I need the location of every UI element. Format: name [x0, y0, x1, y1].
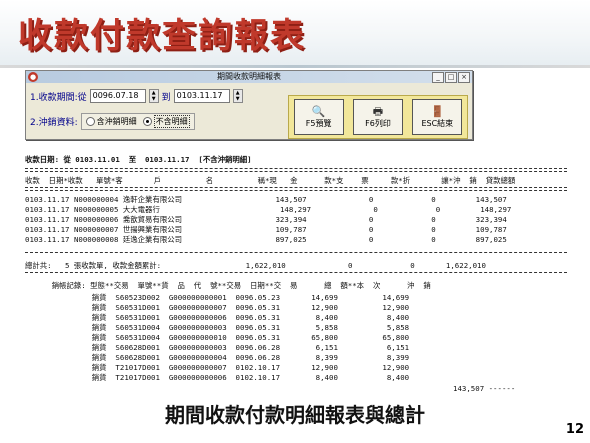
app-icon: ● [28, 72, 38, 82]
detail-subtotal: 143,507 ------ [453, 384, 516, 393]
report-divider [25, 272, 567, 273]
report-column-headers: 收款 日期*收款 單號*客 戶 名 稱*現 金 款*支 票 款*折 讓*沖 銷 … [25, 176, 516, 185]
report-total: 總計共: 5 張收款單, 收款金額累計: 1,622,010 0 0 1,622… [25, 261, 486, 270]
printer-icon: 🖶 [372, 104, 384, 118]
radio-exclude-dot[interactable] [142, 117, 152, 126]
slide-caption: 期間收款付款明細報表與總計 [165, 403, 425, 427]
detail-row: 銷貨 T21017D001 G000000000006 0102.10.17 8… [25, 373, 410, 382]
report-dialog-window: ● 期間收款明細報表 _ □ × 1.收款期間:從 0096.07.18 ▲ ▼ … [25, 70, 473, 140]
print-button[interactable]: 🖶 F6列印 [352, 99, 403, 135]
writeoff-radio-group: 含沖銷明細 不含明細 [80, 113, 195, 130]
from-date-spinner[interactable]: ▲ ▼ [148, 89, 159, 103]
exit-button[interactable]: 🚪 ESC結束 [412, 99, 463, 135]
report-date-range: 收款日期: 從 0103.11.01 至 0103.11.17 [不含沖銷明細] [25, 155, 252, 164]
page-number: 12 [565, 422, 584, 437]
action-button-panel: 🔍 F5預覽 🖶 F6列印 🚪 ESC結束 [288, 95, 468, 139]
radio-include-dot[interactable] [85, 117, 95, 126]
writeoff-row: 2.沖銷資料: 含沖銷明細 不含明細 [30, 113, 195, 130]
report-divider [25, 168, 567, 172]
period-label: 1.收款期間:從 [30, 92, 87, 103]
radio-include-label: 含沖銷明細 [96, 117, 137, 126]
preview-button-label: F5預覽 [305, 118, 332, 128]
report-divider [25, 187, 567, 191]
dialog-titlebar[interactable]: ● 期間收款明細報表 _ □ × [26, 71, 472, 83]
radio-exclude-label: 不含明細 [153, 115, 190, 128]
period-row: 1.收款期間:從 0096.07.18 ▲ ▼ 到 0103.11.17 ▲ ▼ [30, 89, 243, 103]
minimize-icon[interactable]: _ [432, 72, 444, 83]
preview-icon: 🔍 [311, 104, 326, 118]
window-controls: _ □ × [432, 72, 470, 83]
radio-include-writeoff[interactable]: 含沖銷明細 [85, 116, 137, 127]
to-label: 到 [161, 92, 171, 103]
writeoff-label: 2.沖銷資料: [30, 118, 78, 128]
dialog-body: 1.收款期間:從 0096.07.18 ▲ ▼ 到 0103.11.17 ▲ ▼ 2… [26, 83, 472, 139]
dialog-title: 期間收款明細報表 [217, 72, 281, 81]
from-date-field[interactable]: 0096.07.18 [89, 89, 146, 103]
exit-door-icon: 🚪 [430, 104, 445, 118]
page-title: 收款付款查詢報表 [18, 16, 306, 56]
exit-button-label: ESC結束 [421, 118, 454, 128]
to-date-field[interactable]: 0103.11.17 [173, 89, 230, 103]
maximize-icon[interactable]: □ [445, 72, 457, 83]
to-date-spinner[interactable]: ▲ ▼ [232, 89, 243, 103]
close-icon[interactable]: × [458, 72, 470, 83]
report-row: 0103.11.17 N000000008 廷逸企業有限公司 897,025 0… [25, 235, 507, 244]
radio-exclude-writeoff[interactable]: 不含明細 [142, 115, 190, 128]
preview-button[interactable]: 🔍 F5預覽 [293, 99, 344, 135]
report-divider [25, 252, 567, 253]
detail-header: 銷帳記錄: 型態**交易 單號**貨 品 代 號**交易 日期**交 易 總 額… [25, 281, 431, 290]
print-button-label: F6列印 [365, 118, 391, 128]
